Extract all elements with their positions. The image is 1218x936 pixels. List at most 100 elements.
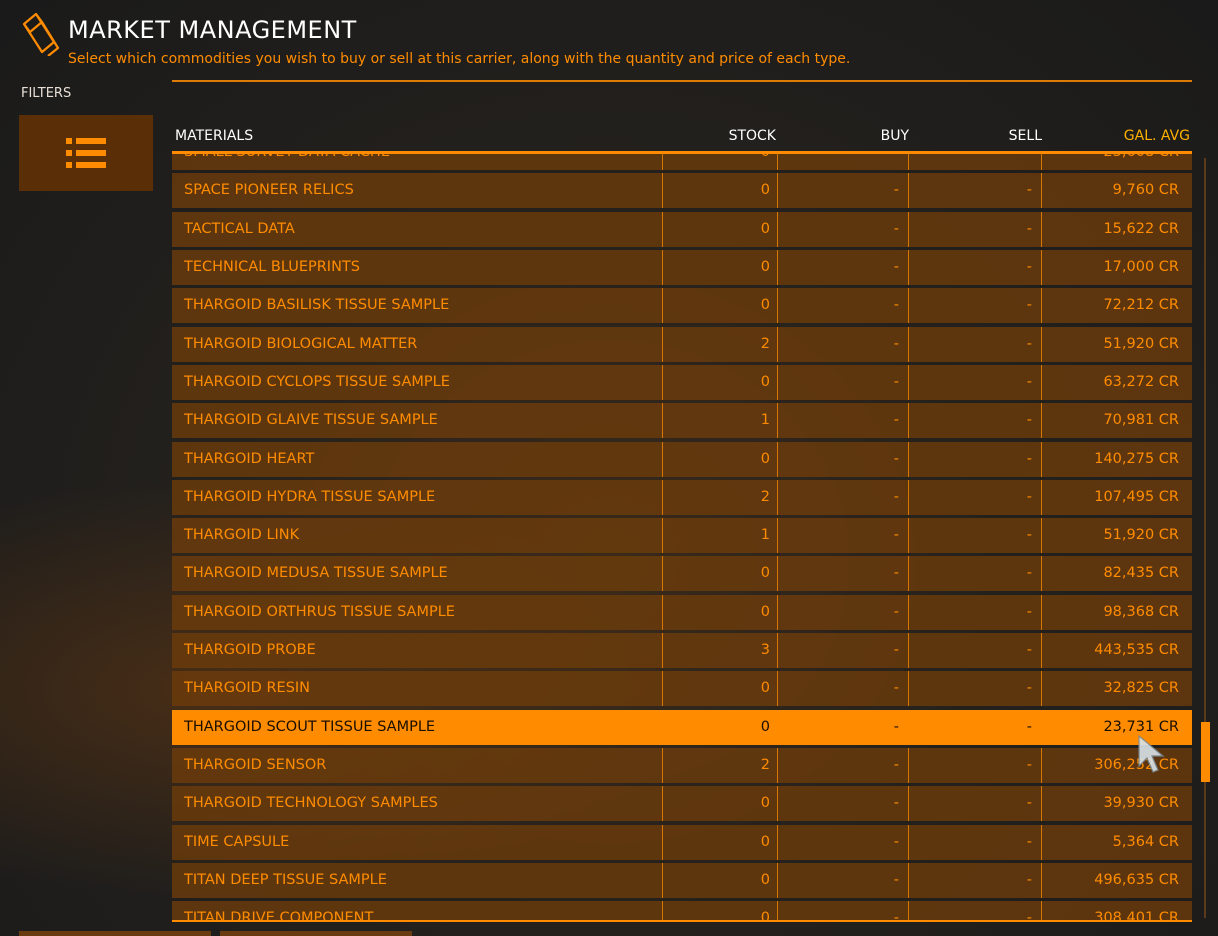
table-row-selected[interactable]: THARGOID SCOUT TISSUE SAMPLE 0- -23,731 CR xyxy=(172,709,1192,745)
row-sell: - xyxy=(1026,258,1032,275)
row-sell: - xyxy=(1026,603,1032,620)
column-header-gal-avg[interactable]: GAL. AVG xyxy=(1124,128,1190,144)
column-separator xyxy=(662,748,663,783)
column-separator xyxy=(662,633,663,669)
row-sell: - xyxy=(1026,565,1032,582)
column-separator xyxy=(777,786,778,822)
row-stock: 2 xyxy=(760,335,770,352)
row-buy: - xyxy=(893,871,899,888)
row-name: THARGOID SCOUT TISSUE SAMPLE xyxy=(184,718,436,735)
row-buy: - xyxy=(893,757,899,773)
bottom-tab-2[interactable] xyxy=(220,931,412,936)
page-title: MARKET MANAGEMENT xyxy=(68,16,357,44)
table-row[interactable]: THARGOID LINK 1 - - 51,920 CR xyxy=(172,518,1192,554)
table-row[interactable]: TECHNICAL BLUEPRINTS 0 - - 17,000 CR xyxy=(172,249,1192,285)
row-name: TITAN DEEP TISSUE SAMPLE xyxy=(184,871,387,888)
column-separator xyxy=(777,862,778,898)
table-row[interactable]: THARGOID TECHNOLOGY SAMPLES 0 - - 39,930 CR xyxy=(172,786,1192,822)
row-sell: - xyxy=(1026,795,1032,812)
table-row[interactable]: THARGOID ORTHRUS TISSUE SAMPLE 0 - - 98,368 … xyxy=(172,594,1192,630)
row-sell: - xyxy=(1026,642,1032,659)
row-buy: - xyxy=(893,373,899,390)
row-stock: 0 xyxy=(760,871,770,888)
row-sell: - xyxy=(1026,182,1032,199)
row-name: SMALL SURVEY DATA CACHE xyxy=(184,154,390,170)
row-stock: 0 xyxy=(760,833,770,850)
bottom-tab-1[interactable] xyxy=(19,931,211,936)
table-row[interactable]: THARGOID GLAIVE TISSUE SAMPLE 1 - - 70,981 C… xyxy=(172,403,1192,439)
row-name: SPACE PIONEER RELICS xyxy=(184,182,354,199)
column-separator xyxy=(662,594,663,630)
table-row[interactable]: THARGOID BASILISK TISSUE SAMPLE 0 - - 72,212… xyxy=(172,288,1192,324)
row-stock: 1 xyxy=(760,412,770,429)
column-separator xyxy=(662,249,663,285)
table-row[interactable]: THARGOID HEART 0 - - 140,275 CR xyxy=(172,441,1192,477)
column-separator xyxy=(1041,748,1042,783)
row-buy: - xyxy=(893,488,899,505)
row-buy: - xyxy=(893,833,899,850)
column-separator xyxy=(1041,556,1042,592)
table-row[interactable]: TIME CAPSULE 0 - - 5,364 CR xyxy=(172,824,1192,860)
column-separator xyxy=(777,594,778,630)
row-name: THARGOID GLAIVE TISSUE SAMPLE xyxy=(184,412,438,429)
row-gal-avg: 308,401 CR xyxy=(1094,910,1179,920)
column-header-sell[interactable]: SELL xyxy=(1009,128,1042,144)
column-separator xyxy=(662,824,663,860)
row-stock: 0 xyxy=(760,680,770,697)
column-separator xyxy=(908,594,909,630)
row-buy: - xyxy=(893,450,899,467)
column-header-stock[interactable]: STOCK xyxy=(729,128,776,144)
table-row[interactable]: TITAN DEEP TISSUE SAMPLE 0 - - 496,635 CR xyxy=(172,862,1192,898)
column-separator xyxy=(908,479,909,515)
column-separator xyxy=(1041,211,1042,247)
column-separator xyxy=(777,173,778,209)
column-separator xyxy=(908,441,909,477)
table-row[interactable]: THARGOID HYDRA TISSUE SAMPLE 2 - - 107,495 C… xyxy=(172,479,1192,515)
row-sell: - xyxy=(1026,373,1032,390)
row-sell: - xyxy=(1026,871,1032,888)
column-separator xyxy=(1041,633,1042,669)
table-row[interactable]: SPACE PIONEER RELICS 0 - - 9,760 CR xyxy=(172,173,1192,209)
table-row[interactable]: THARGOID SENSOR 2- -306,252 CR xyxy=(172,748,1192,783)
table-row[interactable]: TACTICAL DATA 0 - - 15,622 CR xyxy=(172,211,1192,247)
column-separator xyxy=(777,479,778,515)
column-separator xyxy=(662,556,663,592)
row-stock: 2 xyxy=(760,757,770,773)
row-buy: - xyxy=(893,182,899,199)
table-row[interactable]: TITAN DRIVE COMPONENT 0 - - 308,401 CR xyxy=(172,901,1192,920)
row-name: TACTICAL DATA xyxy=(184,220,295,237)
row-sell: - xyxy=(1026,450,1032,467)
column-separator xyxy=(662,479,663,515)
column-separator xyxy=(777,556,778,592)
row-name: THARGOID BASILISK TISSUE SAMPLE xyxy=(184,297,450,314)
row-gal-avg: 9,760 CR xyxy=(1112,182,1179,199)
table-row[interactable]: SMALL SURVEY DATA CACHE 0 - - 23,608 CR xyxy=(172,154,1192,170)
row-gal-avg: 51,920 CR xyxy=(1103,527,1179,544)
column-separator xyxy=(662,441,663,477)
table-row[interactable]: THARGOID BIOLOGICAL MATTER 2 - - 51,920 CR xyxy=(172,326,1192,362)
row-name: THARGOID LINK xyxy=(184,527,300,544)
column-separator xyxy=(777,211,778,247)
row-stock: 0 xyxy=(760,910,770,920)
column-separator xyxy=(662,211,663,247)
column-separator xyxy=(662,154,663,170)
row-buy: - xyxy=(893,680,899,697)
filter-button[interactable] xyxy=(19,115,153,191)
row-buy: - xyxy=(893,297,899,314)
row-gal-avg: 443,535 CR xyxy=(1094,642,1179,659)
row-name: THARGOID TECHNOLOGY SAMPLES xyxy=(184,795,438,812)
table-row[interactable]: THARGOID PROBE 3 - - 443,535 CR xyxy=(172,633,1192,669)
row-name: THARGOID CYCLOPS TISSUE SAMPLE xyxy=(184,373,450,390)
table-row[interactable]: THARGOID RESIN 0 - - 32,825 CR xyxy=(172,671,1192,707)
scrollbar-track[interactable] xyxy=(1204,158,1206,918)
column-separator xyxy=(908,556,909,592)
row-name: THARGOID PROBE xyxy=(184,642,316,659)
table-row[interactable]: THARGOID CYCLOPS TISSUE SAMPLE 0 - - 63,272 … xyxy=(172,364,1192,400)
row-gal-avg: 72,212 CR xyxy=(1103,297,1179,314)
table-row[interactable]: THARGOID MEDUSA TISSUE SAMPLE 0 - - 82,435 C… xyxy=(172,556,1192,592)
column-header-buy[interactable]: BUY xyxy=(881,128,909,144)
column-separator xyxy=(777,154,778,170)
row-name: THARGOID HYDRA TISSUE SAMPLE xyxy=(184,488,436,505)
scrollbar-thumb[interactable] xyxy=(1201,722,1210,782)
column-header-materials[interactable]: MATERIALS xyxy=(175,128,253,144)
